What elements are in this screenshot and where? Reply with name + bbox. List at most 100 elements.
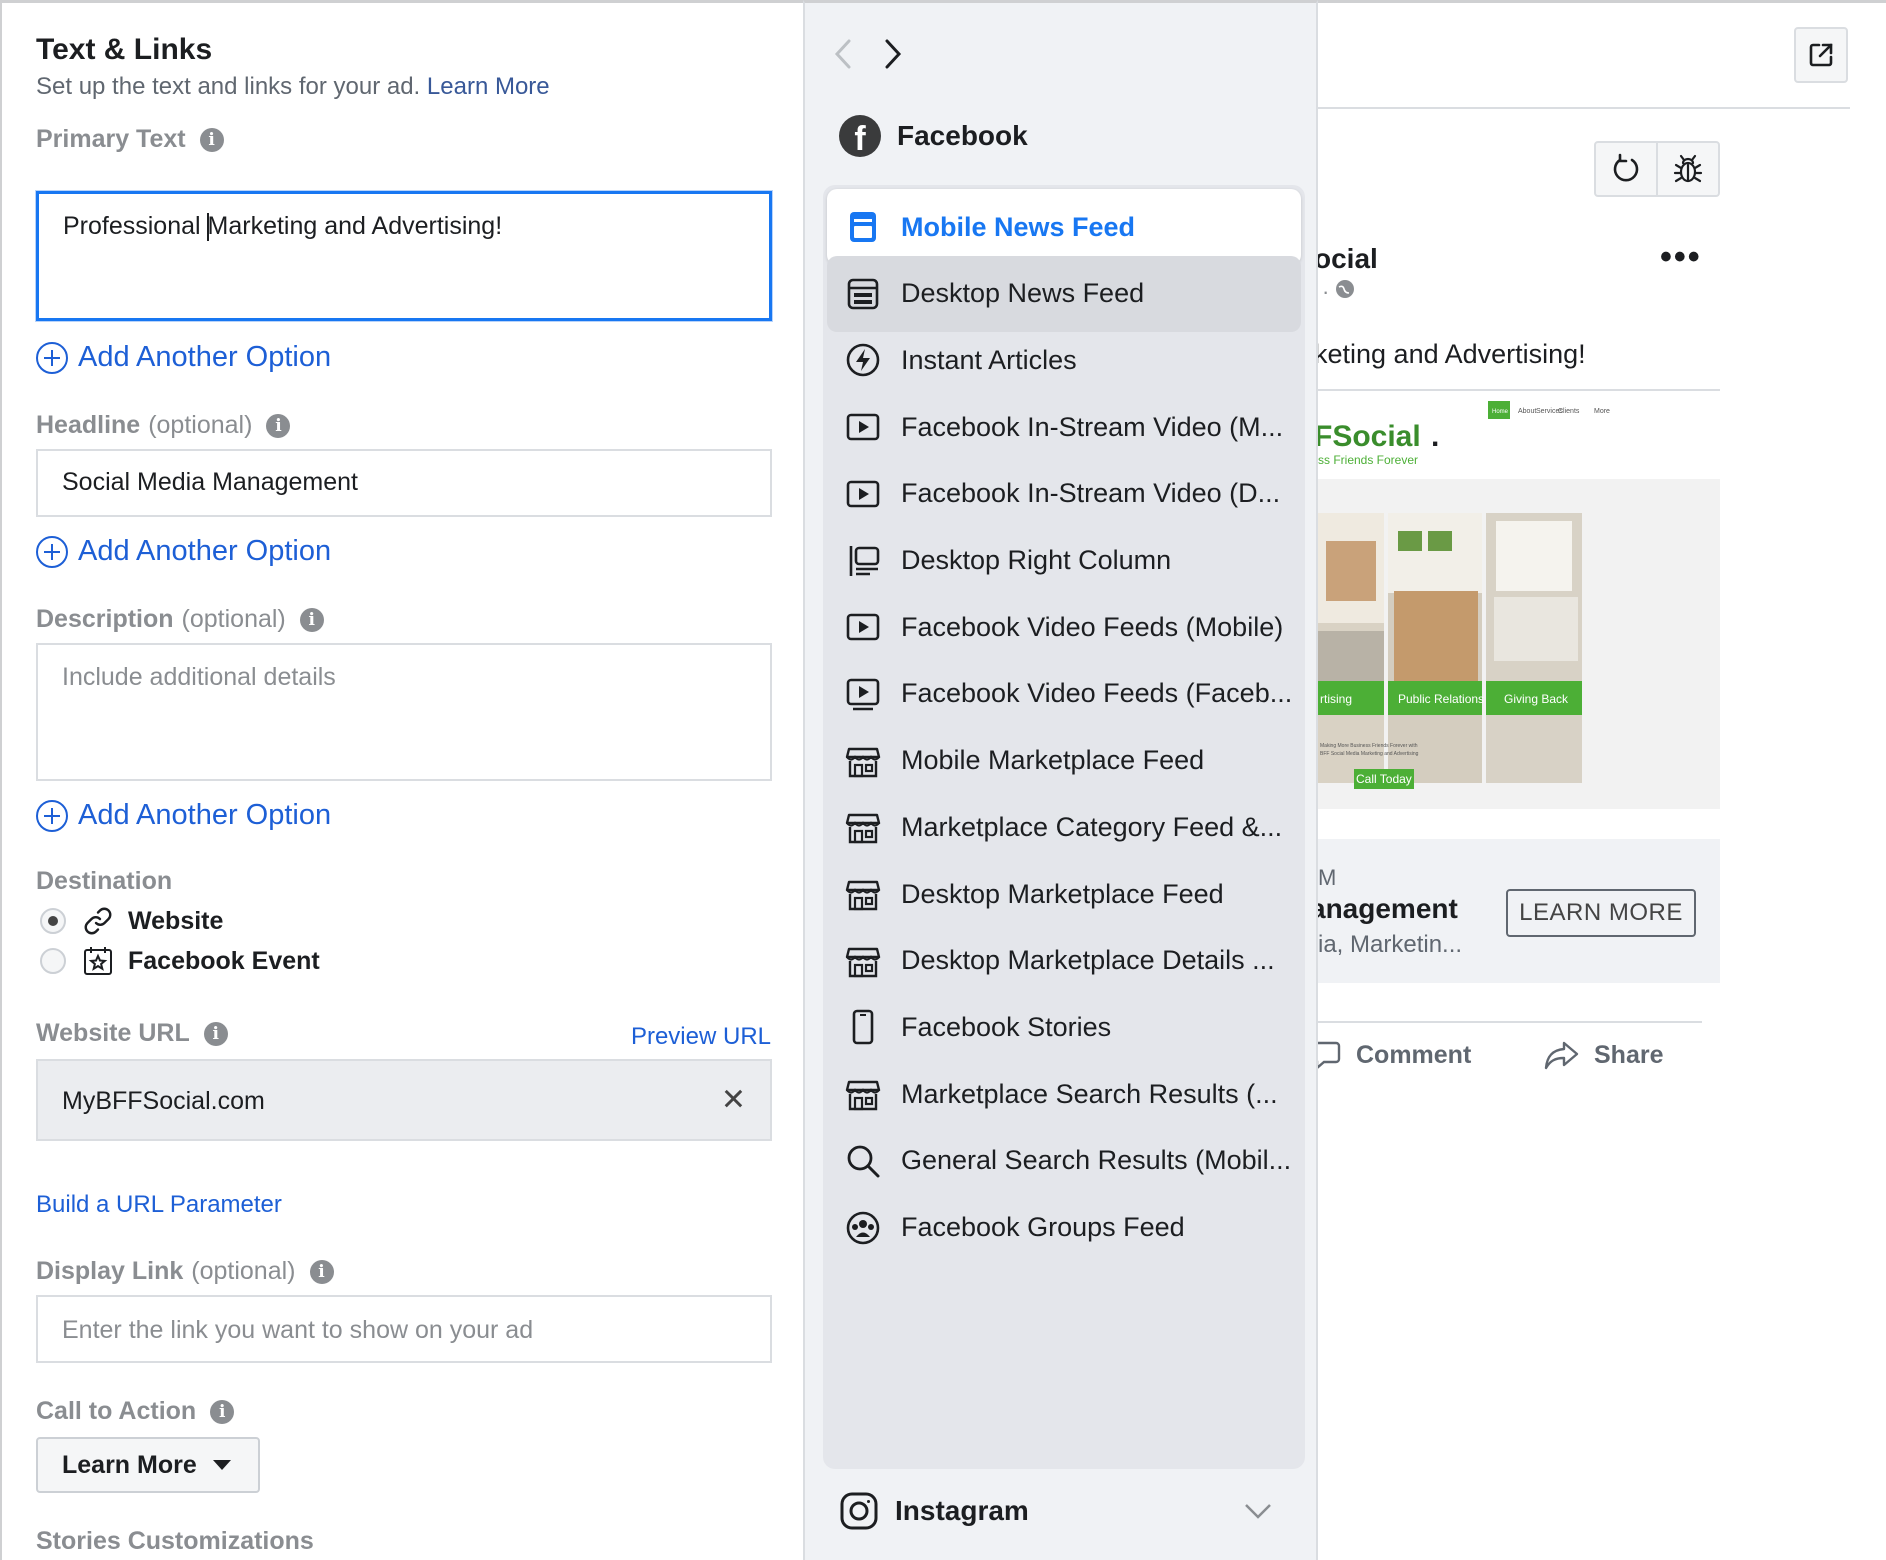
placement-item[interactable]: Desktop Marketplace Details ... [827, 923, 1301, 999]
placement-item[interactable]: Marketplace Category Feed &... [827, 789, 1301, 865]
lightning-icon [846, 344, 880, 377]
info-icon[interactable]: i [199, 127, 224, 152]
placement-item[interactable]: Mobile News Feed [827, 189, 1301, 265]
facebook-section-header[interactable]: f Facebook [839, 115, 1028, 157]
divider [1318, 1021, 1702, 1023]
description-input[interactable]: Include additional details [36, 643, 772, 781]
placement-item-label: Mobile News Feed [901, 211, 1136, 242]
play-stand-icon [846, 678, 880, 711]
brand-logo-text: FSocial [1318, 420, 1421, 453]
share-icon [1544, 1041, 1579, 1070]
info-icon[interactable]: i [309, 1259, 334, 1284]
store-icon [845, 747, 881, 777]
play-icon [846, 480, 880, 508]
headline-input[interactable]: Social Media Management [36, 449, 772, 517]
clear-icon[interactable]: ✕ [721, 1083, 746, 1118]
open-external-button[interactable] [1794, 27, 1848, 83]
info-icon[interactable]: i [210, 1399, 235, 1424]
display-link-input[interactable]: Enter the link you want to show on your … [36, 1295, 772, 1363]
caption-headline: anagement [1318, 893, 1458, 924]
store-icon [845, 880, 881, 911]
chevron-left-icon[interactable] [831, 37, 857, 71]
preview-tools [1594, 141, 1720, 197]
chevron-down-icon[interactable] [1243, 1501, 1273, 1521]
placement-item[interactable]: Facebook In-Stream Video (M... [827, 389, 1301, 465]
placement-item[interactable]: Facebook Stories [827, 989, 1301, 1065]
info-icon[interactable]: i [203, 1021, 228, 1046]
info-icon[interactable]: i [299, 607, 324, 632]
placement-item[interactable]: Mobile Marketplace Feed [827, 723, 1301, 799]
preview-post-text: keting and Advertising! [1318, 339, 1586, 369]
chevron-right-icon[interactable] [879, 37, 905, 71]
add-primary-text-option-button[interactable]: Add Another Option [36, 341, 331, 374]
placement-item[interactable]: Desktop Marketplace Feed [827, 856, 1301, 932]
placement-item[interactable]: Facebook In-Stream Video (D... [827, 456, 1301, 532]
placement-item-label: Marketplace Search Results (... [901, 1078, 1278, 1109]
placement-item[interactable]: Facebook Video Feeds (Mobile) [827, 589, 1301, 665]
phone-icon [852, 1010, 874, 1045]
website-screenshot: Home About Services Clients More FSocial… [1318, 391, 1720, 837]
bug-icon [1673, 154, 1703, 183]
placement-item[interactable]: Marketplace Search Results (... [827, 1056, 1301, 1132]
radio-selected[interactable] [40, 908, 66, 934]
headline-label: Headline (optional) i [36, 411, 291, 440]
primary-text-input[interactable]: Professional Marketing and Advertising! [36, 191, 772, 321]
caret-down-icon [212, 1460, 231, 1470]
section-title: Text & Links [36, 33, 213, 66]
store-icon [845, 1080, 881, 1111]
placement-item-label: Mobile Marketplace Feed [901, 745, 1205, 776]
globe-icon [1336, 280, 1355, 298]
learn-more-link[interactable]: Learn More [427, 73, 550, 100]
instagram-section-header[interactable]: Instagram [839, 1491, 1289, 1531]
placement-item-label: Marketplace Category Feed &... [901, 811, 1283, 842]
report-bug-button[interactable] [1656, 143, 1718, 195]
placement-item[interactable]: Facebook Groups Feed [827, 1190, 1301, 1266]
placement-item[interactable]: Desktop Right Column [827, 523, 1301, 599]
call-to-action-dropdown[interactable]: Learn More [36, 1437, 260, 1493]
website-url-label: Website URL i [36, 1019, 228, 1048]
plus-circle-icon [36, 799, 68, 832]
preview-nav [831, 37, 905, 71]
primary-text-label: Primary Text i [36, 125, 224, 154]
placement-item-label: Desktop News Feed [901, 278, 1145, 309]
comment-button[interactable]: Comment [1318, 1039, 1471, 1071]
destination-website-option[interactable]: Website [40, 905, 223, 937]
placement-item[interactable]: General Search Results (Mobil... [827, 1123, 1301, 1199]
divider [1318, 107, 1850, 109]
placement-item[interactable]: Desktop News Feed [827, 255, 1301, 332]
refresh-button[interactable] [1596, 143, 1656, 195]
groups-icon [846, 1211, 880, 1244]
placement-item[interactable]: Facebook Video Feeds (Faceb... [827, 656, 1301, 732]
refresh-icon [1613, 153, 1639, 182]
placements-panel: f Facebook Mobile News Feed Desktop News … [803, 0, 1318, 1560]
event-star-icon [84, 947, 112, 975]
build-url-parameter-link[interactable]: Build a URL Parameter [36, 1191, 282, 1219]
preview-page-name: ocial [1318, 243, 1378, 274]
destination-event-option[interactable]: Facebook Event [40, 945, 320, 977]
instagram-icon [840, 1492, 878, 1530]
add-headline-option-button[interactable]: Add Another Option [36, 535, 331, 568]
more-options-icon[interactable]: ••• [1660, 240, 1702, 274]
placement-item-label: Instant Articles [901, 344, 1077, 375]
plus-circle-icon [36, 341, 68, 374]
preview-url-link[interactable]: Preview URL [631, 1023, 771, 1051]
link-icon [84, 907, 112, 935]
share-button[interactable]: Share [1544, 1039, 1663, 1071]
placement-item-label: Desktop Marketplace Details ... [901, 945, 1275, 976]
facebook-logo-icon: f [839, 115, 881, 157]
placement-item[interactable]: Instant Articles [827, 322, 1301, 398]
ad-preview-panel: ocial · ••• keting and Advertising! Home… [1318, 0, 1886, 1560]
add-description-option-button[interactable]: Add Another Option [36, 799, 331, 832]
right-column-icon [849, 545, 880, 576]
office-tile-3: Giving Back [1486, 513, 1582, 783]
stories-customizations-label: Stories Customizations [36, 1527, 314, 1555]
nav-about: About [1518, 408, 1536, 415]
info-icon[interactable]: i [266, 413, 291, 438]
fine-print-2: BFF Social Media Marketing and Advertisi… [1320, 751, 1419, 757]
placement-item-label: Facebook In-Stream Video (M... [901, 411, 1284, 442]
preview-learn-more-button[interactable]: LEARN MORE [1506, 889, 1696, 937]
website-url-input[interactable]: MyBFFSocial.com ✕ [36, 1059, 772, 1141]
display-link-label: Display Link (optional) i [36, 1257, 334, 1286]
radio-unselected[interactable] [40, 948, 66, 974]
store-icon [845, 947, 881, 977]
